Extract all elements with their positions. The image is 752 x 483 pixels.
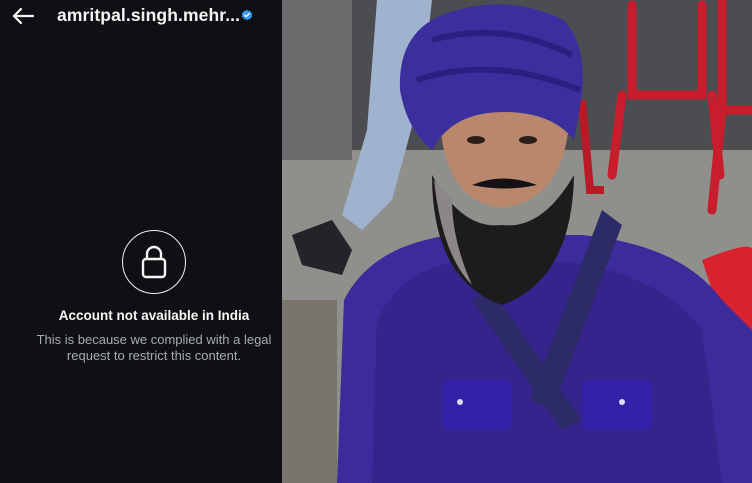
lock-badge [122,230,186,294]
profile-photo [282,0,752,483]
subject-button [619,399,625,405]
subject-eye [467,136,485,144]
subject-eye [519,136,537,144]
back-button[interactable] [10,3,36,29]
arrow-left-icon [12,7,34,25]
restricted-profile-panel: amritpal.singh.mehr... Account not avail… [0,0,282,483]
restriction-message: This is because we complied with a legal… [36,332,272,363]
restriction-title: Account not available in India [58,308,250,323]
subject-pocket [442,380,512,430]
photo-background-pillar [282,0,352,160]
subject-pocket [582,380,652,430]
profile-photo-illustration [282,0,752,483]
photo-ground-stones [282,300,337,483]
subject-button [457,399,463,405]
profile-header: amritpal.singh.mehr... [0,0,282,32]
profile-username: amritpal.singh.mehr... [57,5,241,25]
verified-badge-icon [241,9,253,21]
lock-icon [141,245,167,279]
